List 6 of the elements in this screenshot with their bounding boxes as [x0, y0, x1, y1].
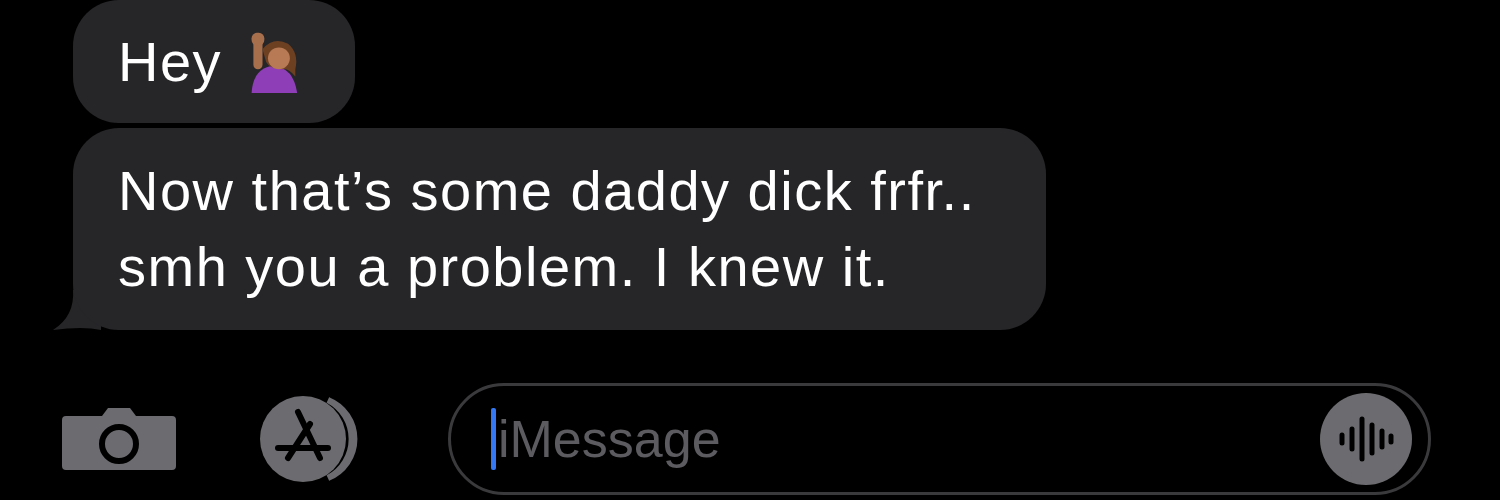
- camera-icon[interactable]: [62, 408, 176, 470]
- audio-wave-icon[interactable]: [1318, 391, 1414, 487]
- message-text: Now that’s some daddy dick frfr.. smh you a problem. I knew it.: [118, 158, 976, 300]
- message-input-field[interactable]: iMessage: [448, 383, 1431, 495]
- message-text: Hey: [118, 29, 223, 95]
- text-cursor: [491, 408, 496, 470]
